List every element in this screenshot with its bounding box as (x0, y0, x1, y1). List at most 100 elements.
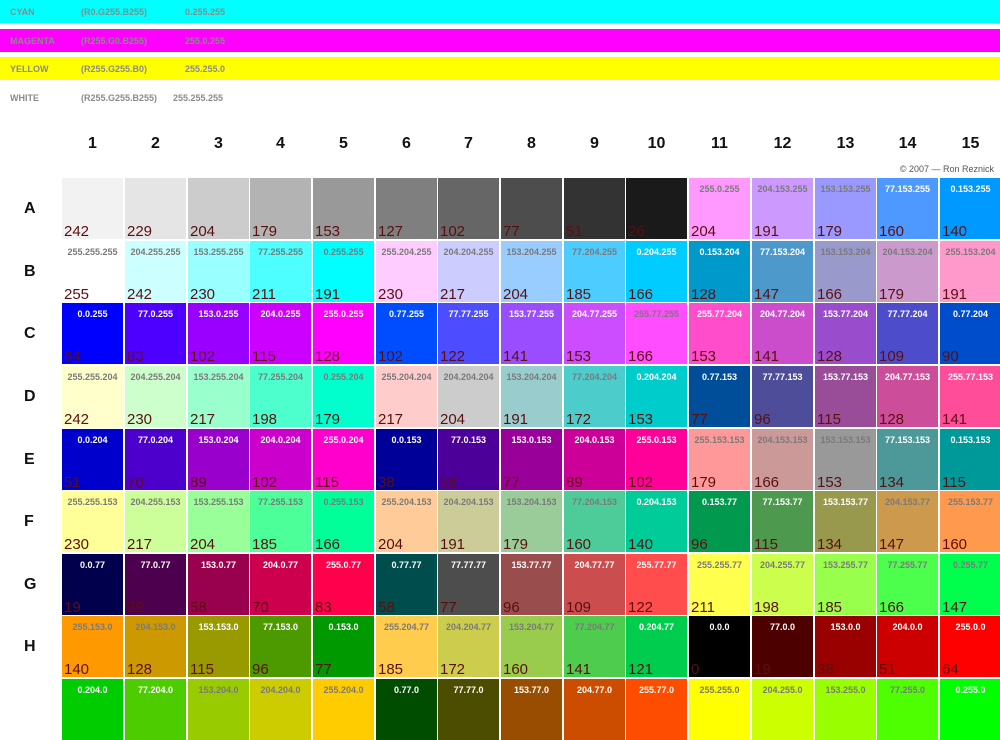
swatch-code: 0.153.153 (950, 435, 991, 445)
color-swatch: 0.153.204 128 (689, 241, 750, 302)
color-swatch: 255.204.255 230 (376, 241, 437, 302)
swatch-value: 179 (817, 223, 843, 239)
swatch-value: 19 (64, 599, 81, 615)
color-swatch: 204.204.255 217 (438, 241, 499, 302)
color-swatch: 153.0.204 89 (188, 429, 249, 490)
swatch-code: 77.77.255 (448, 309, 489, 319)
color-swatch: 0.204.153 140 (626, 491, 687, 552)
swatch-code: 153.77.77 (511, 560, 552, 570)
swatch-value: 127 (378, 223, 404, 239)
color-swatch: 0.0.77 19 (62, 554, 123, 615)
color-swatch: 255.204.153 204 (376, 491, 437, 552)
swatch-value: 160 (942, 536, 968, 552)
color-swatch: 255.255.0 (689, 679, 750, 740)
swatch-value: 172 (440, 661, 466, 677)
color-swatch: 0.77.204 90 (940, 303, 1000, 364)
swatch-code: 255.77.255 (633, 309, 680, 319)
swatch-value: 77 (315, 661, 332, 677)
swatch-value: 77 (503, 474, 520, 490)
swatch-value: 77 (691, 411, 708, 427)
swatch-value: 96 (754, 411, 771, 427)
swatch-code: 77.153.255 (884, 184, 931, 194)
color-swatch: 204.0.153 89 (564, 429, 625, 490)
swatch-code: 77.153.0 (262, 622, 299, 632)
swatch-value: 230 (127, 411, 153, 427)
swatch-value: 83 (315, 599, 332, 615)
swatch-code: 255.0.255 (699, 184, 740, 194)
swatch-code: 77.255.255 (257, 247, 304, 257)
swatch-value: 153 (628, 411, 654, 427)
swatch-value: 166 (754, 474, 780, 490)
swatch-value: 58 (440, 474, 457, 490)
swatch-value: 140 (64, 661, 90, 677)
swatch-code: 153.255.0 (825, 685, 866, 695)
swatch-code: 204.153.0 (135, 622, 176, 632)
color-swatch: 0.153.77 96 (689, 491, 750, 552)
swatch-code: 204.204.0 (260, 685, 301, 695)
swatch-code: 153.204.0 (198, 685, 239, 695)
swatch-value: 191 (754, 223, 780, 239)
swatch-code: 204.0.204 (260, 435, 301, 445)
swatch-value: 160 (879, 223, 905, 239)
swatch-value: 147 (879, 536, 905, 552)
color-swatch: 0.255.77 147 (940, 554, 1000, 615)
color-swatch: 204.255.153 217 (125, 491, 186, 552)
color-swatch: 153.77.77 96 (501, 554, 562, 615)
swatch-code: 204.255.204 (130, 372, 181, 382)
color-swatch: 153.153.77 134 (815, 491, 876, 552)
swatch-value: 230 (190, 286, 216, 302)
swatch-code: 77.0.204 (137, 435, 174, 445)
swatch-value: 115 (942, 474, 966, 490)
swatch-code: 204.255.77 (759, 560, 806, 570)
swatch-code: 77.255.204 (257, 372, 304, 382)
color-swatch: 77.77.204 109 (877, 303, 938, 364)
color-swatch: 153.0.255 102 (188, 303, 249, 364)
color-swatch: 255.153.153 179 (689, 429, 750, 490)
swatch-code: 77.77.0 (453, 685, 484, 695)
color-swatch: 0.153.0 77 (313, 616, 374, 677)
swatch-value: 51 (879, 661, 896, 677)
swatch-value: 51 (566, 223, 583, 239)
color-swatch: 0.77.0 (376, 679, 437, 740)
color-swatch: 0.77.255 102 (376, 303, 437, 364)
swatch-value: 166 (817, 286, 843, 302)
swatch-code: 0.204.204 (636, 372, 677, 382)
color-swatch: 77.77.153 96 (752, 366, 813, 427)
color-swatch: 204.255.204 230 (125, 366, 186, 427)
swatch-code: 0.153.77 (701, 497, 738, 507)
swatch-code: 255.77.77 (636, 560, 677, 570)
swatch-value: 211 (252, 286, 276, 302)
swatch-code: 204.77.204 (759, 309, 806, 319)
color-swatch: 0.204.0 (62, 679, 123, 740)
color-swatch: 77.255.204 198 (250, 366, 311, 427)
color-swatch: 153.204.255 204 (501, 241, 562, 302)
color-swatch: 204.153.204 179 (877, 241, 938, 302)
swatch-value: 147 (754, 286, 780, 302)
swatch-code: 153.204.204 (506, 372, 557, 382)
swatch-code: 0.0.255 (77, 309, 108, 319)
swatch-value: 77 (503, 223, 520, 239)
swatch-code: 204.255.0 (762, 685, 803, 695)
color-swatch: 204.0.0 51 (877, 616, 938, 677)
swatch-code: 153.0.255 (198, 309, 239, 319)
color-swatch: 153.0.153 77 (501, 429, 562, 490)
swatch-value: 102 (440, 223, 466, 239)
swatch-code: 255.0.77 (325, 560, 362, 570)
swatch-code: 204.204.153 (443, 497, 494, 507)
swatch-value: 179 (503, 536, 529, 552)
swatch-code: 77.204.255 (571, 247, 618, 257)
color-swatch: 255.77.0 (626, 679, 687, 740)
color-swatch: 0.255.0 (940, 679, 1000, 740)
swatch-value: 166 (628, 286, 654, 302)
swatch-code: 153.77.204 (822, 309, 869, 319)
color-swatch: 204.0.255 115 (250, 303, 311, 364)
swatch-code: 255.77.0 (638, 685, 675, 695)
swatch-code: 255.77.204 (696, 309, 743, 319)
swatch-code: 0.0.0 (709, 622, 730, 632)
color-swatch: 77.204.77 141 (564, 616, 625, 677)
color-swatch: 204.77.153 128 (877, 366, 938, 427)
color-swatch: 255.153.77 160 (940, 491, 1000, 552)
swatch-value: 198 (252, 411, 278, 427)
swatch-code: 255.153.204 (945, 247, 996, 257)
swatch-value: 90 (942, 348, 959, 364)
